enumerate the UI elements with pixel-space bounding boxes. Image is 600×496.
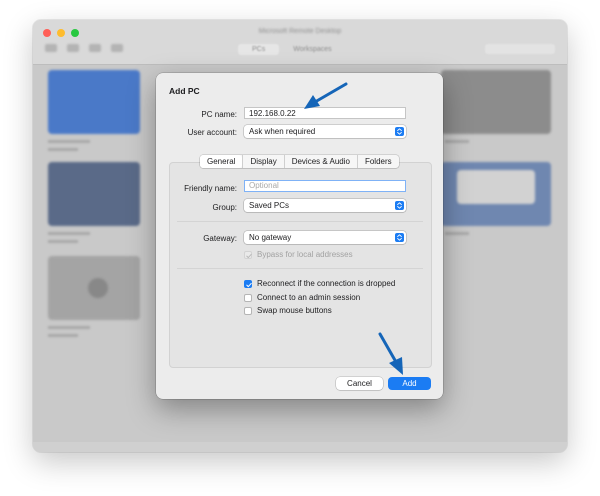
checkbox-empty-icon xyxy=(244,293,252,302)
pc-thumbnail xyxy=(48,162,140,226)
checkbox-empty-icon xyxy=(244,306,252,315)
segment-workspaces: Workspaces xyxy=(293,46,332,53)
remote-desktop-placeholder-icon xyxy=(88,278,108,298)
add-button[interactable]: Add xyxy=(388,377,431,390)
background-window-title: Microsoft Remote Desktop xyxy=(258,28,342,35)
pc-thumbnail-label xyxy=(48,140,90,143)
chevron-up-down-icon xyxy=(395,233,404,242)
bypass-local-label: Bypass for local addresses xyxy=(257,250,353,259)
chevron-up-down-icon xyxy=(395,127,404,136)
tab-general[interactable]: General xyxy=(200,155,243,168)
admin-session-checkbox[interactable]: Connect to an admin session xyxy=(244,293,360,302)
pc-thumbnail xyxy=(441,70,551,134)
settings-tabs: General Display Devices & Audio Folders xyxy=(200,155,399,168)
user-account-label: User account: xyxy=(187,128,237,137)
group-label: Group: xyxy=(212,203,237,212)
reconnect-checkbox[interactable]: Reconnect if the connection is dropped xyxy=(244,279,395,288)
pc-thumbnail-sublabel xyxy=(48,240,78,243)
background-status-bar xyxy=(33,442,567,452)
tab-folders[interactable]: Folders xyxy=(356,155,399,168)
bypass-local-checkbox[interactable]: Bypass for local addresses xyxy=(244,250,353,259)
cancel-button[interactable]: Cancel xyxy=(336,377,383,390)
add-icon xyxy=(111,44,123,52)
pc-thumbnail-label xyxy=(48,232,90,235)
pcs-workspaces-segmented-control: PCs Workspaces xyxy=(238,44,346,55)
friendly-name-field[interactable]: Optional xyxy=(244,180,406,192)
pc-thumbnail-label xyxy=(445,232,469,235)
sidebar-toggle-icon xyxy=(45,44,57,52)
user-account-popup[interactable]: Ask when required xyxy=(244,125,406,138)
tab-display[interactable]: Display xyxy=(242,155,283,168)
view-options-icon xyxy=(67,44,79,52)
swap-mouse-checkbox[interactable]: Swap mouse buttons xyxy=(244,306,332,315)
pc-thumbnail-sublabel xyxy=(48,148,78,151)
pc-name-label: PC name: xyxy=(201,110,237,119)
friendly-name-placeholder: Optional xyxy=(249,181,279,190)
admin-session-label: Connect to an admin session xyxy=(257,293,361,302)
reconnect-label: Reconnect if the connection is dropped xyxy=(257,279,396,288)
dialog-title: Add PC xyxy=(169,86,200,96)
tab-devices-audio[interactable]: Devices & Audio xyxy=(283,155,357,168)
group-popup[interactable]: Saved PCs xyxy=(244,199,406,212)
gateway-label: Gateway: xyxy=(203,234,237,243)
separator xyxy=(177,268,423,269)
gateway-popup[interactable]: No gateway xyxy=(244,231,406,244)
pc-thumbnail-sublabel xyxy=(48,334,78,337)
checkmark-icon xyxy=(244,279,252,288)
background-search-field xyxy=(485,44,555,54)
arrow-annotation-icon xyxy=(378,332,403,375)
user-account-value: Ask when required xyxy=(249,127,316,136)
checkmark-icon xyxy=(244,250,252,259)
friendly-name-label: Friendly name: xyxy=(184,184,237,193)
chevron-up-down-icon xyxy=(395,201,404,210)
arrow-annotation-icon xyxy=(304,82,348,109)
segment-pcs: PCs xyxy=(238,44,280,55)
pc-thumbnail-window xyxy=(457,170,535,204)
group-value: Saved PCs xyxy=(249,201,290,210)
swap-mouse-label: Swap mouse buttons xyxy=(257,306,332,315)
pc-thumbnail-label xyxy=(48,326,90,329)
gateway-value: No gateway xyxy=(249,233,292,242)
background-titlebar: Microsoft Remote Desktop PCs Workspaces xyxy=(33,20,567,65)
pc-thumbnail xyxy=(48,70,140,134)
pc-thumbnail-label xyxy=(445,140,469,143)
separator xyxy=(177,221,423,222)
settings-icon xyxy=(89,44,101,52)
